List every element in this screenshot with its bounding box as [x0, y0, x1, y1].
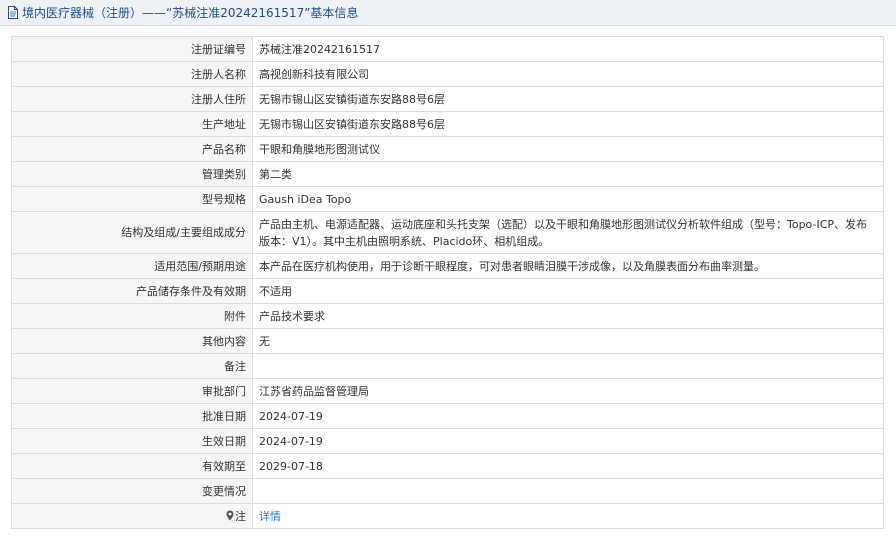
row-label: 结构及组成/主要组成成分 — [11, 211, 253, 254]
table-row: 备注 — [11, 353, 884, 379]
table-row: 结构及组成/主要组成成分 产品由主机、电源适配器、运动底座和头托支架（选配）以及… — [11, 211, 884, 254]
table-row: 注册人住所 无锡市锡山区安镇街道东安路88号6层 — [11, 86, 884, 112]
row-value: 高视创新科技有限公司 — [252, 61, 884, 87]
row-label: 批准日期 — [11, 403, 253, 429]
page-title: 境内医疗器械（注册）——“苏械注准20242161517”基本信息 — [22, 6, 359, 20]
table-row: 生产地址 无锡市锡山区安镇街道东安路88号6层 — [11, 111, 884, 137]
row-value: 2024-07-19 — [252, 428, 884, 454]
row-label: 备注 — [11, 353, 253, 379]
table-row: 附件 产品技术要求 — [11, 303, 884, 329]
table-row: 变更情况 — [11, 478, 884, 504]
row-value: 干眼和角膜地形图测试仪 — [252, 136, 884, 162]
row-value: 2029-07-18 — [252, 453, 884, 479]
table-row: 注册证编号 苏械注准20242161517 — [11, 36, 884, 62]
row-value: 无锡市锡山区安镇街道东安路88号6层 — [252, 111, 884, 137]
table-row: 批准日期 2024-07-19 — [11, 403, 884, 429]
row-label: 变更情况 — [11, 478, 253, 504]
row-label: 管理类别 — [11, 161, 253, 187]
row-label: 注册证编号 — [11, 36, 253, 62]
row-label: 其他内容 — [11, 328, 253, 354]
row-label: 生效日期 — [11, 428, 253, 454]
row-value: 无 — [252, 328, 884, 354]
device-info-table: 注册证编号 苏械注准20242161517 注册人名称 高视创新科技有限公司 注… — [11, 36, 884, 529]
row-value — [252, 478, 884, 504]
row-value — [252, 353, 884, 379]
row-label: 适用范围/预期用途 — [11, 253, 253, 279]
table-row: 注册人名称 高视创新科技有限公司 — [11, 61, 884, 87]
row-value: 无锡市锡山区安镇街道东安路88号6层 — [252, 86, 884, 112]
table-row: 审批部门 江苏省药品监督管理局 — [11, 378, 884, 404]
location-pin-icon — [226, 510, 234, 521]
row-value: 产品由主机、电源适配器、运动底座和头托支架（选配）以及干眼和角膜地形图测试仪分析… — [252, 211, 884, 254]
row-label: 注册人名称 — [11, 61, 253, 87]
note-value-cell: 详情 — [252, 503, 884, 529]
note-label-cell: 注 — [11, 503, 253, 529]
row-value: 苏械注准20242161517 — [252, 36, 884, 62]
table-row-note: 注 详情 — [11, 503, 884, 529]
row-label: 生产地址 — [11, 111, 253, 137]
row-label: 附件 — [11, 303, 253, 329]
table-row: 产品储存条件及有效期 不适用 — [11, 278, 884, 304]
details-link[interactable]: 详情 — [259, 510, 281, 523]
row-value: 不适用 — [252, 278, 884, 304]
row-label: 产品储存条件及有效期 — [11, 278, 253, 304]
table-row: 型号规格 Gaush iDea Topo — [11, 186, 884, 212]
table-row: 生效日期 2024-07-19 — [11, 428, 884, 454]
table-row: 其他内容 无 — [11, 328, 884, 354]
row-label: 注册人住所 — [11, 86, 253, 112]
document-icon — [7, 6, 19, 19]
row-value: 江苏省药品监督管理局 — [252, 378, 884, 404]
row-label: 有效期至 — [11, 453, 253, 479]
table-row: 产品名称 干眼和角膜地形图测试仪 — [11, 136, 884, 162]
note-label: 注 — [235, 509, 246, 523]
row-label: 产品名称 — [11, 136, 253, 162]
row-value: 产品技术要求 — [252, 303, 884, 329]
row-label: 型号规格 — [11, 186, 253, 212]
table-row: 管理类别 第二类 — [11, 161, 884, 187]
table-row: 有效期至 2029-07-18 — [11, 453, 884, 479]
row-value: 2024-07-19 — [252, 403, 884, 429]
row-value: 第二类 — [252, 161, 884, 187]
row-value: Gaush iDea Topo — [252, 186, 884, 212]
table-row: 适用范围/预期用途 本产品在医疗机构使用，用于诊断干眼程度，可对患者眼睛泪膜干涉… — [11, 253, 884, 279]
row-label: 审批部门 — [11, 378, 253, 404]
row-value: 本产品在医疗机构使用，用于诊断干眼程度，可对患者眼睛泪膜干涉成像，以及角膜表面分… — [252, 253, 884, 279]
page-header: 境内医疗器械（注册）——“苏械注准20242161517”基本信息 — [0, 0, 896, 26]
